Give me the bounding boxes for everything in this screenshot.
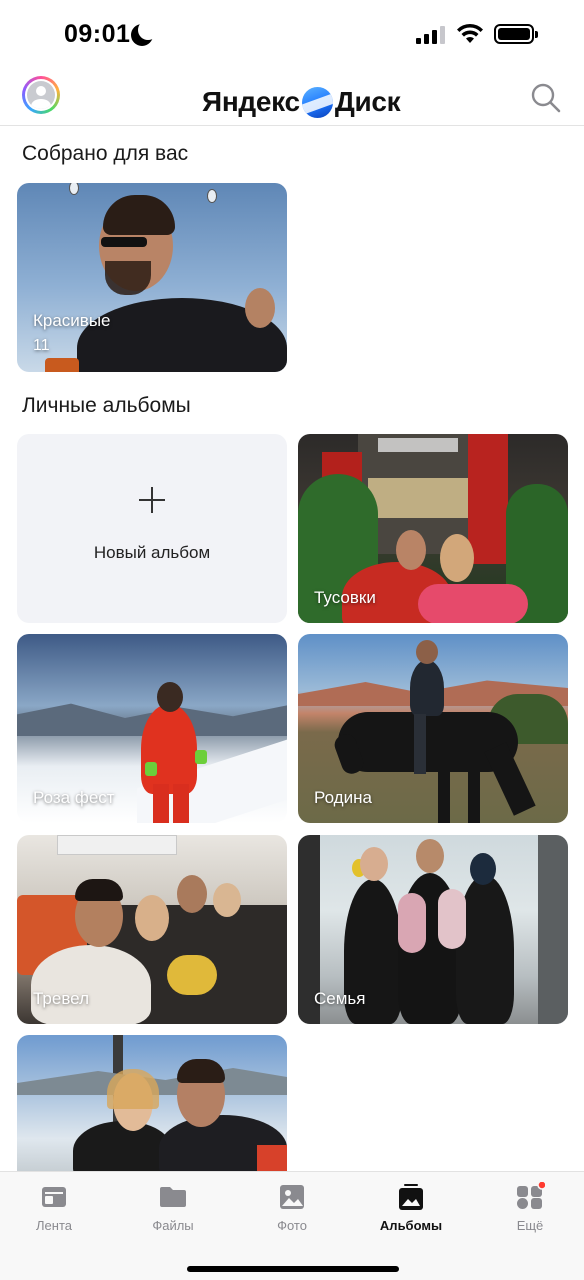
search-icon[interactable]: [530, 82, 562, 114]
photo-icon: [280, 1185, 304, 1209]
logo-text-right: Диск: [334, 86, 401, 117]
app-header: Яндекс Диск: [0, 70, 584, 126]
album-title: Тревел: [33, 989, 89, 1008]
more-icon: [517, 1182, 545, 1209]
albums-icon: [399, 1184, 423, 1210]
album-title: Тусовки: [314, 588, 376, 607]
album-card-family[interactable]: Семья: [298, 835, 568, 1024]
tab-more[interactable]: Ещё: [485, 1182, 575, 1233]
new-album-label: Новый альбом: [93, 543, 211, 562]
tab-label: Файлы: [152, 1218, 194, 1233]
tab-label: Лента: [36, 1218, 72, 1233]
avatar-icon[interactable]: [22, 76, 60, 114]
section-title-personal: Личные альбомы: [22, 394, 191, 417]
status-bar: 09:01: [0, 0, 584, 66]
status-time: 09:01: [64, 20, 131, 48]
album-title: Роза фест: [33, 788, 115, 807]
album-card-rosa-fest[interactable]: Роза фест: [17, 634, 287, 823]
new-album-button[interactable]: [17, 434, 287, 623]
section-title-collected: Собрано для вас: [22, 142, 189, 165]
tab-albums[interactable]: Альбомы: [366, 1182, 456, 1233]
album-card-homeland[interactable]: Родина: [298, 634, 568, 823]
tab-label: Фото: [277, 1218, 307, 1233]
wifi-icon: [457, 23, 483, 43]
folder-icon: [160, 1187, 186, 1207]
album-card-parties[interactable]: Тусовки: [298, 434, 568, 623]
logo-text-left: Яндекс: [202, 86, 300, 117]
album-title: Красивые: [33, 311, 111, 330]
album-title: Семья: [314, 989, 366, 1008]
feed-icon: [42, 1187, 66, 1207]
plus-icon: [139, 487, 165, 513]
battery-icon: [494, 24, 538, 44]
album-title: Родина: [314, 788, 372, 807]
do-not-disturb-icon: [131, 20, 158, 46]
album-photo: [17, 183, 287, 372]
album-item-count: 11: [33, 337, 50, 354]
tab-feed[interactable]: Лента: [9, 1182, 99, 1233]
disk-logo-icon: [301, 86, 333, 118]
tab-label: Альбомы: [379, 1218, 443, 1233]
album-card-travel[interactable]: Тревел: [17, 835, 287, 1024]
tab-bar: Лента Файлы Фото Альбомы Ещё: [0, 1171, 584, 1280]
yandex-disk-logo: Яндекс Диск: [202, 86, 401, 118]
tab-label: Ещё: [516, 1218, 544, 1233]
tab-photos[interactable]: Фото: [247, 1182, 337, 1233]
tab-files[interactable]: Файлы: [128, 1182, 218, 1233]
album-card-beautiful[interactable]: Красивые 11: [17, 183, 287, 372]
home-indicator: [187, 1266, 399, 1272]
cellular-signal-icon: [416, 26, 446, 44]
